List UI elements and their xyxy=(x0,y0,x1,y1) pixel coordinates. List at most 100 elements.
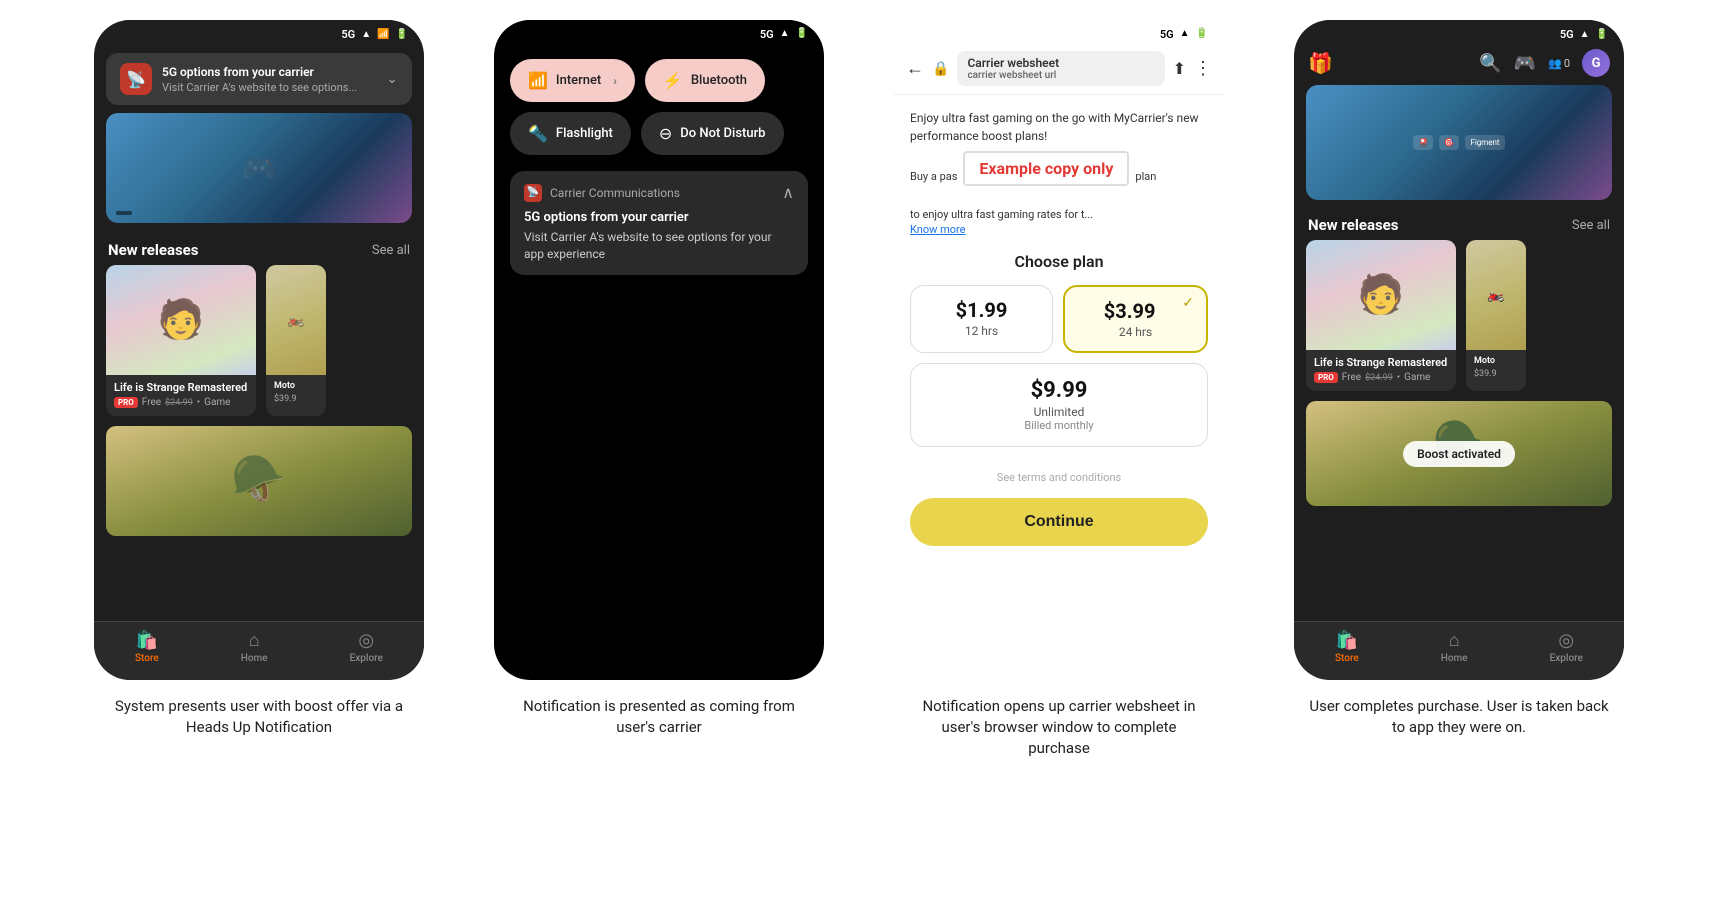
home-icon-4: ⌂ xyxy=(1449,630,1460,651)
battery-icon-2: 🔋 xyxy=(796,28,808,41)
plan-card-2[interactable]: ✓ $3.99 24 hrs xyxy=(1063,285,1208,353)
bottom-nav-1: 🛍️ Store ⌂ Home ◎ Explore xyxy=(94,621,424,680)
home-label: Home xyxy=(241,653,268,664)
url-bar[interactable]: Carrier websheet carrier websheet url xyxy=(957,51,1164,86)
gamepad-icon[interactable]: 🎮 xyxy=(1514,53,1536,74)
game-banner-4: 🎴 🎯 Figment xyxy=(1306,85,1612,200)
notif-chevron-icon: ∧ xyxy=(782,183,794,202)
large-game-card-4[interactable]: 🪖 Boost activated xyxy=(1306,401,1612,506)
pro-badge-4: PRO xyxy=(1314,372,1338,383)
promo-body-3: to enjoy ultra fast gaming rates for t..… xyxy=(910,208,1208,221)
notification-subtitle: Visit Carrier A's website to see options… xyxy=(162,81,376,94)
bluetooth-label: Bluetooth xyxy=(691,73,747,88)
status-5g-4: 5G xyxy=(1560,28,1574,41)
strike-price-4: $24.99 xyxy=(1365,373,1393,383)
store-icon: 🛍️ xyxy=(136,630,158,651)
section-title-4: New releases xyxy=(1308,216,1399,234)
phone-screen-3: 5G ▲ 🔋 ← 🔒 Carrier websheet carrier webs… xyxy=(894,20,1224,680)
column-2: 5G ▲ 🔋 📶 Internet › ⚡ Bluetooth 🔦 Flashl… xyxy=(469,20,849,738)
game-info-4-2: Moto $39.9 xyxy=(1466,350,1526,387)
promo-body-2: plan xyxy=(1135,170,1156,183)
phone-screen-4: 5G ▲ 🔋 🎁 🔍 🎮 👥 0 G 🎴 🎯 xyxy=(1294,20,1624,680)
plans-row: $1.99 12 hrs ✓ $3.99 24 hrs xyxy=(910,285,1208,353)
game-info-1: Life is Strange Remastered PRO Free $24.… xyxy=(106,375,256,416)
gift-button[interactable]: 🎁 xyxy=(1308,51,1333,75)
bottom-nav-4: 🛍️ Store ⌂ Home ◎ Explore xyxy=(1294,621,1624,680)
dnd-icon: ⊖ xyxy=(659,124,672,143)
tile-internet[interactable]: 📶 Internet › xyxy=(510,59,635,102)
store-label: Store xyxy=(135,653,159,664)
know-more-link[interactable]: Know more xyxy=(910,223,1208,236)
gift-icon: 🎁 xyxy=(1308,51,1333,75)
see-all-link[interactable]: See all xyxy=(372,243,410,258)
free-label-4: Free xyxy=(1342,372,1361,383)
see-all-link-4[interactable]: See all xyxy=(1572,218,1610,233)
nav-store[interactable]: 🛍️ Store xyxy=(135,630,159,664)
nav-store-4[interactable]: 🛍️ Store xyxy=(1335,630,1359,664)
large-game-card[interactable]: 🪖 xyxy=(106,426,412,536)
websheet-content: Enjoy ultra fast gaming on the go with M… xyxy=(894,95,1224,680)
game-thumbnail-2: 🏍️ xyxy=(266,265,326,375)
column-3: 5G ▲ 🔋 ← 🔒 Carrier websheet carrier webs… xyxy=(869,20,1249,759)
nav-explore[interactable]: ◎ Explore xyxy=(350,630,383,664)
tile-bluetooth[interactable]: ⚡ Bluetooth xyxy=(645,59,765,102)
caption-1: System presents user with boost offer vi… xyxy=(109,696,409,738)
home-label-4: Home xyxy=(1441,653,1468,664)
chevron-down-icon: ⌄ xyxy=(386,71,398,87)
tile-flashlight[interactable]: 🔦 Flashlight xyxy=(510,112,631,155)
dot-sep-4: • xyxy=(1397,372,1400,383)
boost-activated-badge: Boost activated xyxy=(1403,441,1515,467)
price-4-2: $39.9 xyxy=(1474,369,1497,379)
plan-card-1[interactable]: $1.99 12 hrs xyxy=(910,285,1053,353)
game-title-4-1: Life is Strange Remastered xyxy=(1314,356,1448,369)
share-icon[interactable]: ⬆ xyxy=(1173,59,1186,78)
game-card-1[interactable]: 🧑 Life is Strange Remastered PRO Free $2… xyxy=(106,265,256,416)
internet-label: Internet xyxy=(556,73,601,88)
game-meta-4-1: PRO Free $24.99 • Game xyxy=(1314,372,1448,383)
choose-plan-title: Choose plan xyxy=(910,252,1208,271)
game-card-4-1[interactable]: 🧑 Life is Strange Remastered PRO Free $2… xyxy=(1306,240,1456,391)
terms-link[interactable]: See terms and conditions xyxy=(910,471,1208,484)
carrier-notification[interactable]: 📡 Carrier Communications ∧ 5G options fr… xyxy=(510,171,808,275)
carrier-app-name: Carrier Communications xyxy=(550,186,680,200)
status-5g: 5G xyxy=(341,28,355,41)
bluetooth-icon: ⚡ xyxy=(663,71,683,90)
plan1-price: $1.99 xyxy=(923,298,1040,322)
battery-icon-4: 🔋 xyxy=(1596,29,1608,40)
promo-body: Buy a pas xyxy=(910,170,957,183)
game-card-2[interactable]: 🏍️ Moto $39.9 xyxy=(266,265,326,416)
nav-home-4[interactable]: ⌂ Home xyxy=(1441,630,1468,664)
plan2-price: $3.99 xyxy=(1077,299,1194,323)
tile-dnd[interactable]: ⊖ Do Not Disturb xyxy=(641,112,784,155)
game-card-4-2[interactable]: 🏍️ Moto $39.9 xyxy=(1466,240,1526,391)
people-number: 0 xyxy=(1564,57,1570,70)
notif-app-info: 📡 Carrier Communications xyxy=(524,184,680,202)
status-5g-3: 5G xyxy=(1160,28,1174,41)
caption-2: Notification is presented as coming from… xyxy=(509,696,809,738)
checkmark-icon: ✓ xyxy=(1182,295,1194,311)
browser-toolbar: ← 🔒 Carrier websheet carrier websheet ur… xyxy=(894,45,1224,95)
game-art-1: 🧑 xyxy=(157,298,204,342)
plan-card-3[interactable]: $9.99 Unlimited Billed monthly xyxy=(910,363,1208,447)
nav-home[interactable]: ⌂ Home xyxy=(241,630,268,664)
notification-title: 5G options from your carrier xyxy=(162,65,376,79)
game-art-4: 🧑 xyxy=(1357,273,1404,317)
signal-icon: ▲ xyxy=(361,29,371,40)
search-icon[interactable]: 🔍 xyxy=(1479,53,1501,74)
more-icon[interactable]: ⋮ xyxy=(1194,58,1212,79)
headsup-notification[interactable]: 📡 5G options from your carrier Visit Car… xyxy=(106,53,412,105)
phone-screen-1: 5G ▲ 📶 🔋 📡 5G options from your carrier … xyxy=(94,20,424,680)
lock-icon: 🔒 xyxy=(932,61,949,77)
notif-body: Visit Carrier A's website to see options… xyxy=(524,229,794,263)
people-count[interactable]: 👥 0 xyxy=(1548,57,1570,70)
wifi-tile-icon: 📶 xyxy=(528,71,548,90)
game-meta-1: PRO Free $24.99 • Game xyxy=(114,397,248,408)
user-avatar[interactable]: G xyxy=(1582,49,1610,77)
game-title-2: Moto xyxy=(274,381,318,391)
continue-button[interactable]: Continue xyxy=(910,498,1208,546)
caption-3: Notification opens up carrier websheet i… xyxy=(909,696,1209,759)
nav-explore-4[interactable]: ◎ Explore xyxy=(1550,630,1583,664)
explore-icon-4: ◎ xyxy=(1558,630,1574,651)
notif-title: 5G options from your carrier xyxy=(524,210,794,225)
back-button[interactable]: ← xyxy=(906,58,924,79)
